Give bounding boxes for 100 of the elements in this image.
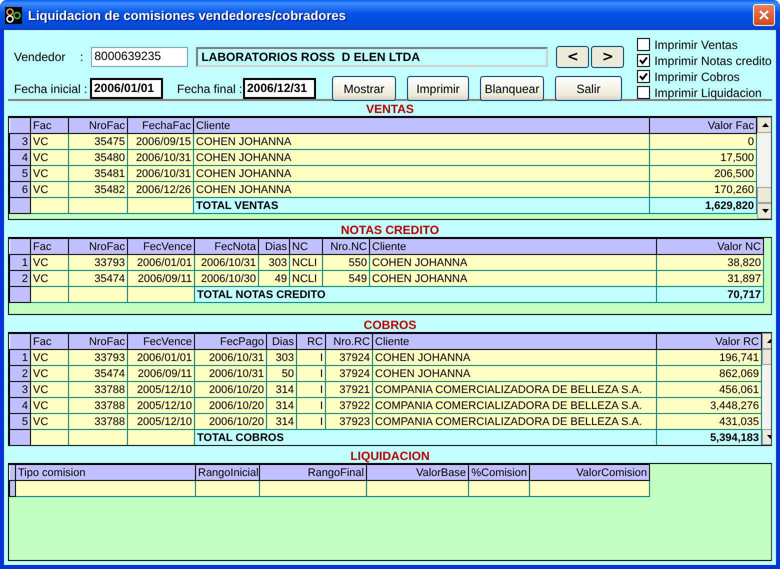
- print-option[interactable]: Imprimir Cobros: [637, 70, 772, 83]
- column-header[interactable]: Fac: [30, 118, 68, 134]
- table-cell: 49: [258, 270, 290, 286]
- table-cell: I: [296, 398, 326, 414]
- row-header[interactable]: 5: [10, 414, 30, 430]
- table-cell: VC: [30, 350, 68, 366]
- table-cell: 314: [266, 414, 296, 430]
- column-header[interactable]: Fac: [30, 238, 68, 254]
- table-cell: 2005/12/10: [128, 414, 194, 430]
- table-cell: VC: [30, 150, 68, 166]
- name-field: LABORATORIOS ROSS D ELEN LTDA: [196, 47, 548, 67]
- checkbox-label: Imprimir Ventas: [654, 38, 738, 52]
- table-cell: VC: [30, 398, 68, 414]
- row-header[interactable]: 3: [10, 382, 30, 398]
- row-header[interactable]: 1: [10, 254, 30, 270]
- column-header[interactable]: Tipo comision: [16, 464, 196, 480]
- column-header[interactable]: Dias: [266, 334, 296, 350]
- table-cell: COHEN JOHANNA: [194, 150, 650, 166]
- row-header[interactable]: 2: [10, 270, 30, 286]
- table-cell: COMPANIA COMERCIALIZADORA DE BELLEZA S.A.: [372, 414, 656, 430]
- table-cell: 170,260: [650, 182, 756, 198]
- column-header[interactable]: RangoFinal: [260, 464, 366, 480]
- table-cell: 314: [266, 398, 296, 414]
- checkbox[interactable]: [637, 38, 650, 51]
- action-button[interactable]: Mostrar: [332, 76, 396, 101]
- checkbox[interactable]: [637, 70, 650, 83]
- table-cell: 17,500: [650, 150, 756, 166]
- table-cell: 35474: [68, 366, 128, 382]
- print-option[interactable]: Imprimir Ventas: [637, 38, 772, 51]
- table-cell: 50: [266, 366, 296, 382]
- column-header[interactable]: RC: [296, 334, 326, 350]
- field-label: Fecha final :: [177, 82, 243, 96]
- table-cell: 33788: [68, 414, 128, 430]
- table-cell: COHEN JOHANNA: [370, 270, 656, 286]
- checkbox-label: Imprimir Liquidacion: [654, 86, 762, 100]
- table-cell: COHEN JOHANNA: [372, 366, 656, 382]
- row-header[interactable]: 3: [10, 134, 30, 150]
- column-header[interactable]: FecNota: [194, 238, 258, 254]
- column-header[interactable]: Fac: [30, 334, 68, 350]
- column-header[interactable]: Valor RC: [656, 334, 762, 350]
- column-header[interactable]: Cliente: [372, 334, 656, 350]
- column-header[interactable]: Nro.RC: [326, 334, 372, 350]
- column-header[interactable]: FecPago: [194, 334, 266, 350]
- input-field[interactable]: 2006/12/31: [243, 78, 316, 99]
- table-cell: NCLI: [290, 254, 322, 270]
- column-header[interactable]: NC: [290, 238, 322, 254]
- column-header[interactable]: Cliente: [194, 118, 650, 134]
- input-field[interactable]: 8000639235: [91, 47, 188, 67]
- table-cell: 550: [322, 254, 370, 270]
- scroll-thumb[interactable]: [757, 187, 771, 203]
- table-cell: 2005/12/10: [128, 382, 194, 398]
- column-header[interactable]: Nro.NC: [322, 238, 370, 254]
- total-value: 1,629,820: [650, 198, 756, 214]
- column-header[interactable]: Valor Fac: [650, 118, 756, 134]
- column-header[interactable]: FechaFac: [128, 118, 194, 134]
- next-button[interactable]: >: [591, 46, 624, 68]
- table-cell: 2006/09/15: [128, 134, 194, 150]
- print-option[interactable]: Imprimir Notas credito: [637, 54, 772, 67]
- column-header[interactable]: ValorComision: [530, 464, 650, 480]
- close-icon[interactable]: [759, 10, 769, 20]
- checkbox[interactable]: [637, 86, 650, 99]
- table-cell: COMPANIA COMERCIALIZADORA DE BELLEZA S.A.: [372, 382, 656, 398]
- row-header[interactable]: 4: [10, 150, 30, 166]
- action-button[interactable]: Salir: [555, 76, 622, 101]
- table-cell: I: [296, 382, 326, 398]
- row-header[interactable]: 1: [10, 350, 30, 366]
- column-header[interactable]: FecVence: [128, 238, 194, 254]
- row-header[interactable]: 4: [10, 398, 30, 414]
- table-cell: 2005/12/10: [128, 398, 194, 414]
- checkbox[interactable]: [637, 54, 650, 67]
- scroll-up-icon[interactable]: [757, 117, 771, 133]
- column-header[interactable]: Valor NC: [656, 238, 764, 254]
- action-button[interactable]: Blanquear: [480, 76, 544, 101]
- table-cell: 314: [266, 382, 296, 398]
- column-header[interactable]: ValorBase: [366, 464, 468, 480]
- table-cell: 2006/10/20: [194, 414, 266, 430]
- row-header[interactable]: 6: [10, 182, 30, 198]
- column-header[interactable]: Dias: [258, 238, 290, 254]
- table-cell: COHEN JOHANNA: [372, 350, 656, 366]
- column-header[interactable]: RangoInicial: [196, 464, 260, 480]
- print-option[interactable]: Imprimir Liquidacion: [637, 86, 772, 99]
- input-field[interactable]: 2006/01/01: [90, 78, 163, 99]
- scroll-down-icon[interactable]: [757, 203, 771, 219]
- row-header[interactable]: 2: [10, 366, 30, 382]
- scrollbar[interactable]: [757, 117, 771, 219]
- column-header[interactable]: Cliente: [370, 238, 656, 254]
- action-button[interactable]: Imprimir: [407, 76, 469, 101]
- column-header[interactable]: NroFac: [68, 118, 128, 134]
- table-cell: I: [296, 350, 326, 366]
- checkbox-label: Imprimir Notas credito: [654, 54, 772, 68]
- column-header[interactable]: NroFac: [68, 334, 128, 350]
- previous-button[interactable]: <: [556, 46, 590, 68]
- column-header[interactable]: %Comision: [468, 464, 530, 480]
- close-button[interactable]: [753, 4, 775, 26]
- column-header[interactable]: NroFac: [68, 238, 128, 254]
- table-cell: 2006/10/31: [194, 350, 266, 366]
- column-header[interactable]: FecVence: [128, 334, 194, 350]
- section-title: NOTAS CREDITO: [340, 223, 440, 237]
- table-cell: 37924: [326, 366, 372, 382]
- row-header[interactable]: 5: [10, 166, 30, 182]
